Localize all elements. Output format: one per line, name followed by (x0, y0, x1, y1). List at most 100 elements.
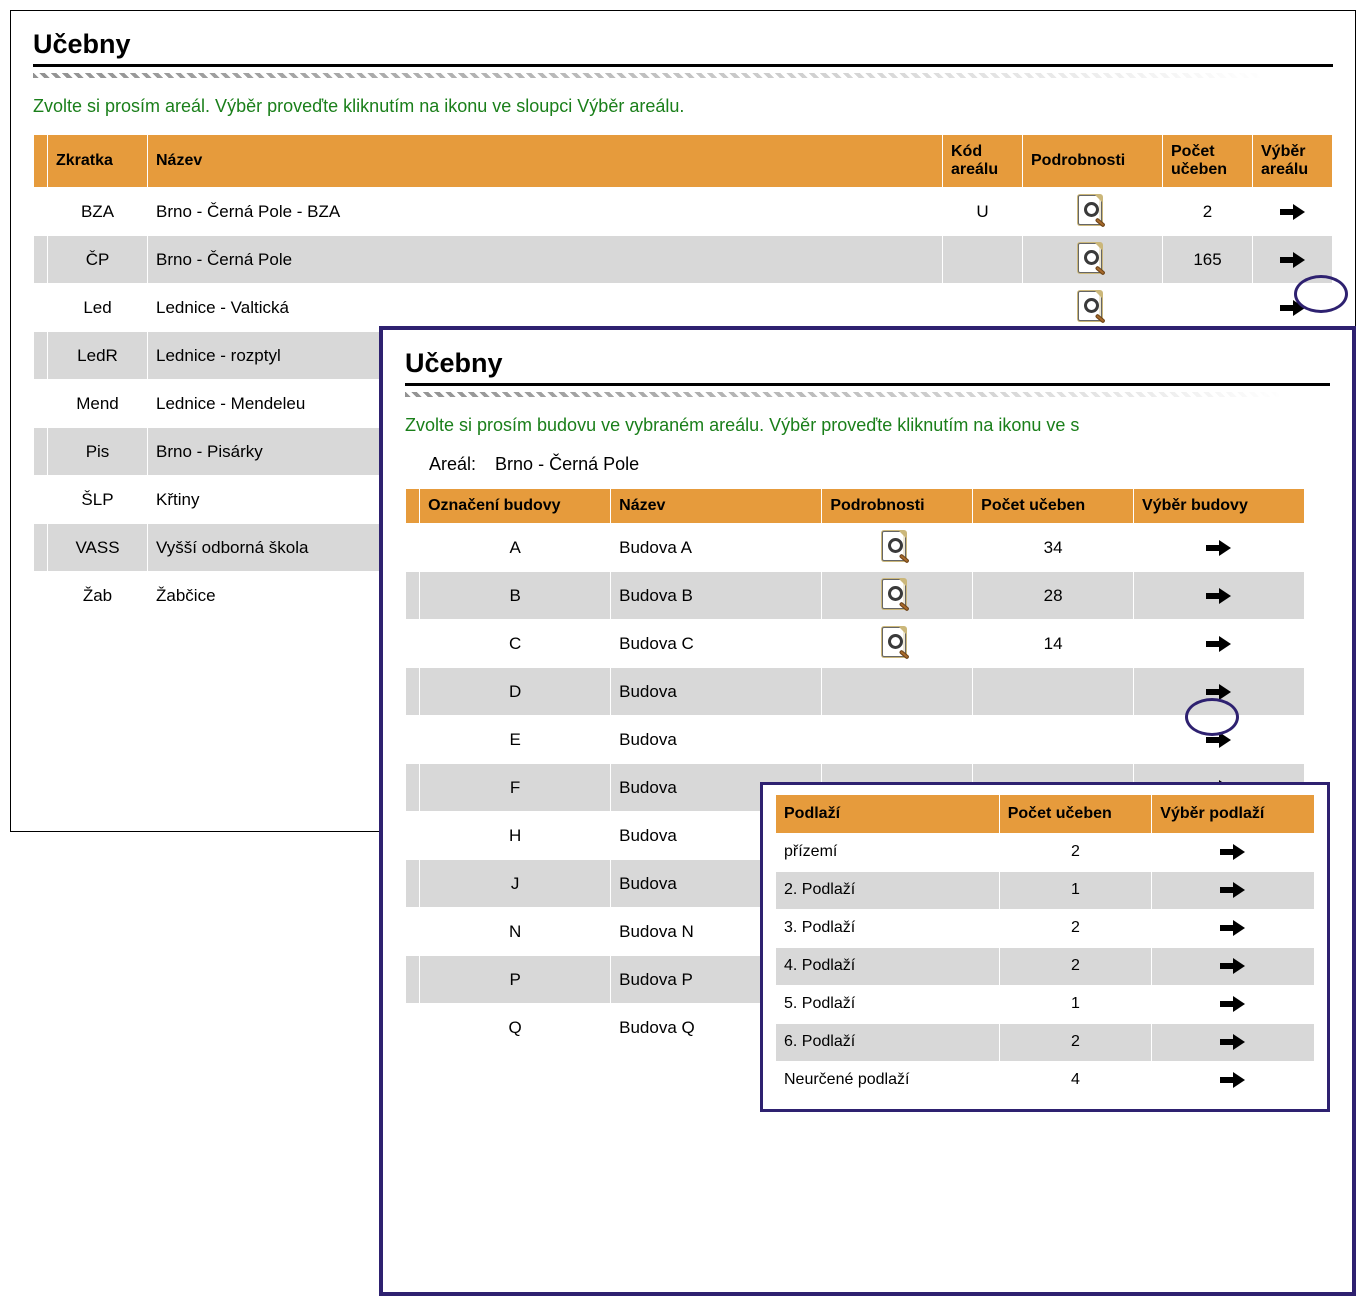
cell-pocet: 165 (1163, 236, 1253, 284)
table-row: 6. Podlaží2 (776, 1023, 1315, 1061)
cell-detail[interactable] (1023, 284, 1163, 332)
table-row: ABudova A34 (406, 524, 1305, 572)
cell-zkratka: Pis (48, 428, 148, 476)
cell-detail[interactable] (822, 572, 973, 620)
cell-nazev: Budova (611, 668, 822, 716)
col-detail: Podrobnosti (1023, 135, 1163, 188)
page-title: Učebny (405, 348, 1330, 379)
arrow-right-icon[interactable] (1220, 882, 1246, 898)
detail-icon[interactable] (882, 627, 912, 661)
arrow-right-icon[interactable] (1220, 844, 1246, 860)
arrow-right-icon[interactable] (1280, 252, 1306, 268)
cell-vyber[interactable] (1152, 871, 1315, 909)
cell-detail[interactable] (822, 668, 973, 716)
cell-vyber[interactable] (1253, 236, 1333, 284)
cell-podlazi: 3. Podlaží (776, 909, 1000, 947)
cell-vyber[interactable] (1152, 909, 1315, 947)
detail-icon[interactable] (1078, 291, 1108, 325)
arrow-right-icon[interactable] (1220, 958, 1246, 974)
selected-areal: Areál: Brno - Černá Pole (429, 454, 1330, 475)
cell-pocet (973, 668, 1134, 716)
arrow-right-icon[interactable] (1206, 684, 1232, 700)
arrow-right-icon[interactable] (1220, 996, 1246, 1012)
cell-vyber[interactable] (1134, 524, 1305, 572)
detail-icon[interactable] (1078, 195, 1108, 229)
arrow-right-icon[interactable] (1280, 204, 1306, 220)
cell-vyber[interactable] (1152, 947, 1315, 985)
col-pocet: Počet učeben (973, 489, 1134, 524)
cell-ozn: J (420, 860, 611, 908)
cell-zkratka: Led (48, 284, 148, 332)
cell-detail[interactable] (1023, 236, 1163, 284)
col-nazev: Název (611, 489, 822, 524)
arrow-right-icon[interactable] (1220, 1072, 1246, 1088)
cell-zkratka: VASS (48, 524, 148, 572)
cell-kod (943, 236, 1023, 284)
col-podlazi: Podlaží (776, 795, 1000, 833)
cell-pocet: 4 (999, 1061, 1152, 1099)
arrow-right-icon[interactable] (1206, 732, 1232, 748)
arrow-right-icon[interactable] (1206, 636, 1232, 652)
cell-ozn: C (420, 620, 611, 668)
cell-detail[interactable] (1023, 188, 1163, 236)
col-pocet: Počet učeben (999, 795, 1152, 833)
detail-icon[interactable] (882, 579, 912, 613)
cell-zkratka: Mend (48, 380, 148, 428)
hint-text: Zvolte si prosím budovu ve vybraném areá… (405, 415, 1330, 436)
arrow-right-icon[interactable] (1206, 588, 1232, 604)
arrow-right-icon[interactable] (1220, 920, 1246, 936)
cell-vyber[interactable] (1253, 284, 1333, 332)
cell-vyber[interactable] (1152, 1061, 1315, 1099)
cell-ozn: N (420, 908, 611, 956)
cell-pocet: 34 (973, 524, 1134, 572)
arrow-right-icon[interactable] (1220, 1034, 1246, 1050)
cell-nazev: Budova (611, 716, 822, 764)
cell-vyber[interactable] (1152, 833, 1315, 871)
arrow-right-icon[interactable] (1280, 300, 1306, 316)
detail-icon[interactable] (1078, 243, 1108, 277)
cell-pocet: 1 (999, 985, 1152, 1023)
cell-nazev: Lednice - Valtická (148, 284, 943, 332)
col-vyber: Výběr budovy (1134, 489, 1305, 524)
cell-kod (943, 284, 1023, 332)
cell-ozn: F (420, 764, 611, 812)
cell-zkratka: ŠLP (48, 476, 148, 524)
table-row: EBudova (406, 716, 1305, 764)
table-row: BBudova B28 (406, 572, 1305, 620)
table-row: 3. Podlaží2 (776, 909, 1315, 947)
table-row: DBudova (406, 668, 1305, 716)
cell-ozn: P (420, 956, 611, 1004)
col-zkratka: Zkratka (48, 135, 148, 188)
cell-podlazi: 2. Podlaží (776, 871, 1000, 909)
cell-vyber[interactable] (1152, 985, 1315, 1023)
col-kod: Kód areálu (943, 135, 1023, 188)
col-pocet: Počet učeben (1163, 135, 1253, 188)
cell-podlazi: 6. Podlaží (776, 1023, 1000, 1061)
table-row: 5. Podlaží1 (776, 985, 1315, 1023)
cell-podlazi: Neurčené podlaží (776, 1061, 1000, 1099)
cell-zkratka: BZA (48, 188, 148, 236)
col-vyber: Výběr areálu (1253, 135, 1333, 188)
cell-ozn: B (420, 572, 611, 620)
cell-detail[interactable] (822, 716, 973, 764)
cell-vyber[interactable] (1134, 620, 1305, 668)
cell-zkratka: LedR (48, 332, 148, 380)
table-row: Neurčené podlaží4 (776, 1061, 1315, 1099)
cell-vyber[interactable] (1134, 572, 1305, 620)
cell-vyber[interactable] (1134, 716, 1305, 764)
arrow-right-icon[interactable] (1206, 540, 1232, 556)
cell-vyber[interactable] (1152, 1023, 1315, 1061)
cell-vyber[interactable] (1253, 188, 1333, 236)
cell-zkratka: ČP (48, 236, 148, 284)
cell-vyber[interactable] (1134, 668, 1305, 716)
cell-detail[interactable] (822, 524, 973, 572)
detail-icon[interactable] (882, 531, 912, 565)
cell-ozn: A (420, 524, 611, 572)
cell-pocet (1163, 284, 1253, 332)
cell-detail[interactable] (822, 620, 973, 668)
cell-pocet: 2 (999, 833, 1152, 871)
cell-pocet: 2 (1163, 188, 1253, 236)
hint-text: Zvolte si prosím areál. Výběr proveďte k… (33, 96, 1333, 117)
cell-kod: U (943, 188, 1023, 236)
cell-nazev: Brno - Černá Pole (148, 236, 943, 284)
